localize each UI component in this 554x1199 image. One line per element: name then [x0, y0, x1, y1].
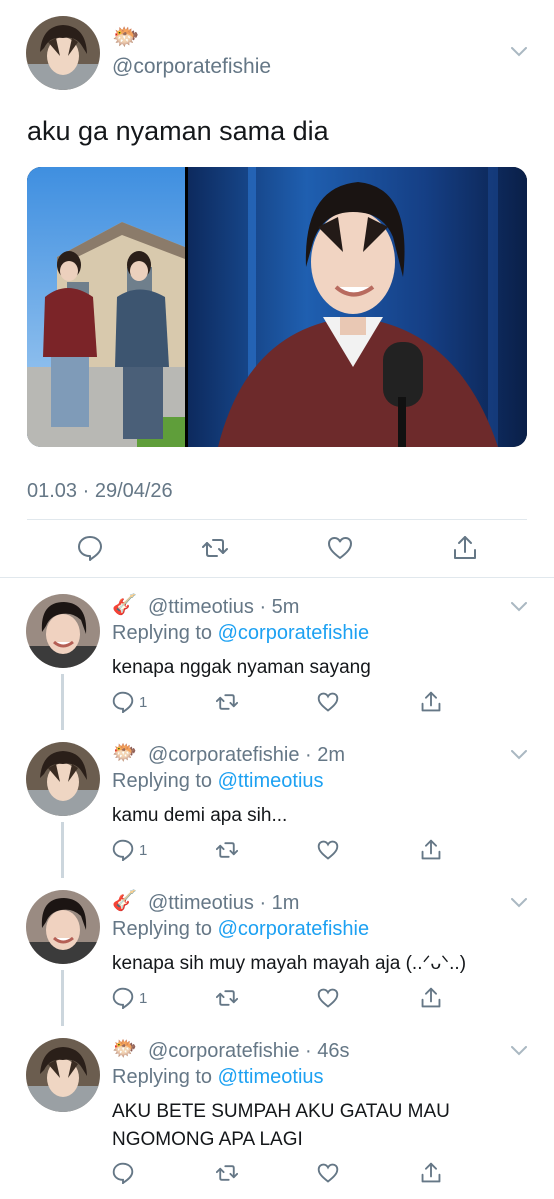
retweet-icon[interactable]: [216, 839, 238, 861]
chevron-down-icon[interactable]: [511, 750, 527, 760]
main-tweet: 🐡 @corporatefishie aku ga nyaman sama di…: [0, 0, 554, 578]
share-icon[interactable]: [420, 691, 442, 713]
author-handle[interactable]: @corporatefishie: [112, 55, 271, 79]
replying-to-link[interactable]: @corporatefishie: [218, 622, 369, 644]
thread-line: [61, 970, 64, 1026]
retweet-icon[interactable]: [216, 1162, 238, 1184]
replying-to-link[interactable]: @ttimeotius: [218, 770, 324, 792]
share-icon[interactable]: [420, 839, 442, 861]
reply-count: 1: [139, 694, 148, 711]
reply-avatar[interactable]: [26, 1038, 100, 1112]
heart-icon[interactable]: [327, 535, 353, 561]
replying-to: Replying to @ttimeotius: [112, 1066, 324, 1088]
chevron-down-icon[interactable]: [511, 47, 527, 57]
replying-to: Replying to @corporatefishie: [112, 918, 370, 940]
heart-icon[interactable]: [317, 1162, 339, 1184]
reply-tweet: 🐡 @corporatefishie · 2m Replying to @tti…: [0, 742, 554, 878]
heart-icon[interactable]: [317, 691, 339, 713]
reply-handle[interactable]: @corporatefishie · 46s: [148, 1040, 350, 1063]
reply-text: AKU BETE SUMPAH AKU GATAU MAU NGOMONG AP…: [112, 1101, 450, 1150]
replying-to: Replying to @ttimeotius: [112, 770, 324, 792]
reply-count: 1: [139, 842, 148, 859]
reply-emoji: 🎸: [112, 890, 137, 912]
share-icon[interactable]: [420, 987, 442, 1009]
reply-handle[interactable]: @corporatefishie · 2m: [148, 744, 345, 767]
replying-to-link[interactable]: @corporatefishie: [218, 918, 369, 940]
media-photo-left[interactable]: [27, 167, 185, 447]
reply-avatar[interactable]: [26, 594, 100, 668]
replying-to: Replying to @corporatefishie: [112, 622, 370, 644]
divider: [27, 519, 527, 520]
retweet-icon[interactable]: [216, 987, 238, 1009]
tweet-media[interactable]: [27, 167, 527, 447]
reply-text: kenapa sih muy mayah mayah aja (..ᐟᴗᐠ..): [112, 953, 467, 974]
replying-to-link[interactable]: @ttimeotius: [218, 1066, 324, 1088]
tweet-timestamp: 01.03 · 29/04/26: [27, 480, 173, 502]
reply-handle[interactable]: @ttimeotius · 5m: [148, 596, 299, 619]
chevron-down-icon[interactable]: [511, 1046, 527, 1056]
retweet-icon[interactable]: [216, 691, 238, 713]
reply-tweet: 🎸 @ttimeotius · 1m Replying to @corporat…: [0, 890, 554, 1026]
reply-icon[interactable]: [112, 839, 134, 861]
divider: [0, 577, 554, 578]
thread-line: [61, 674, 64, 730]
reply-icon[interactable]: [112, 987, 134, 1009]
heart-icon[interactable]: [317, 987, 339, 1009]
reply-emoji: 🐡: [112, 1038, 137, 1060]
tweet-text: aku ga nyaman sama dia: [27, 116, 329, 146]
reply-emoji: 🐡: [112, 742, 137, 764]
author-avatar[interactable]: [26, 16, 100, 90]
retweet-icon[interactable]: [202, 535, 228, 561]
reply-emoji: 🎸: [112, 594, 137, 616]
reply-icon[interactable]: [77, 535, 103, 561]
heart-icon[interactable]: [317, 839, 339, 861]
reply-tweet: 🎸 @ttimeotius · 5m Replying to @corporat…: [0, 594, 554, 730]
reply-avatar[interactable]: [26, 890, 100, 964]
reply-handle[interactable]: @ttimeotius · 1m: [148, 892, 299, 915]
reply-text: kamu demi apa sih...: [112, 805, 288, 826]
reply-tweet: 🐡 @corporatefishie · 46s Replying to @tt…: [0, 1038, 554, 1199]
reply-avatar[interactable]: [26, 742, 100, 816]
chevron-down-icon[interactable]: [511, 898, 527, 908]
chevron-down-icon[interactable]: [511, 602, 527, 612]
share-icon[interactable]: [452, 535, 478, 561]
reply-count: 1: [139, 990, 148, 1007]
author-emoji: 🐡: [112, 24, 140, 49]
reply-text: kenapa nggak nyaman sayang: [112, 657, 371, 678]
media-photo-right[interactable]: [188, 167, 527, 447]
thread-line: [61, 822, 64, 878]
reply-icon[interactable]: [112, 691, 134, 713]
reply-icon[interactable]: [112, 1162, 134, 1184]
share-icon[interactable]: [420, 1162, 442, 1184]
